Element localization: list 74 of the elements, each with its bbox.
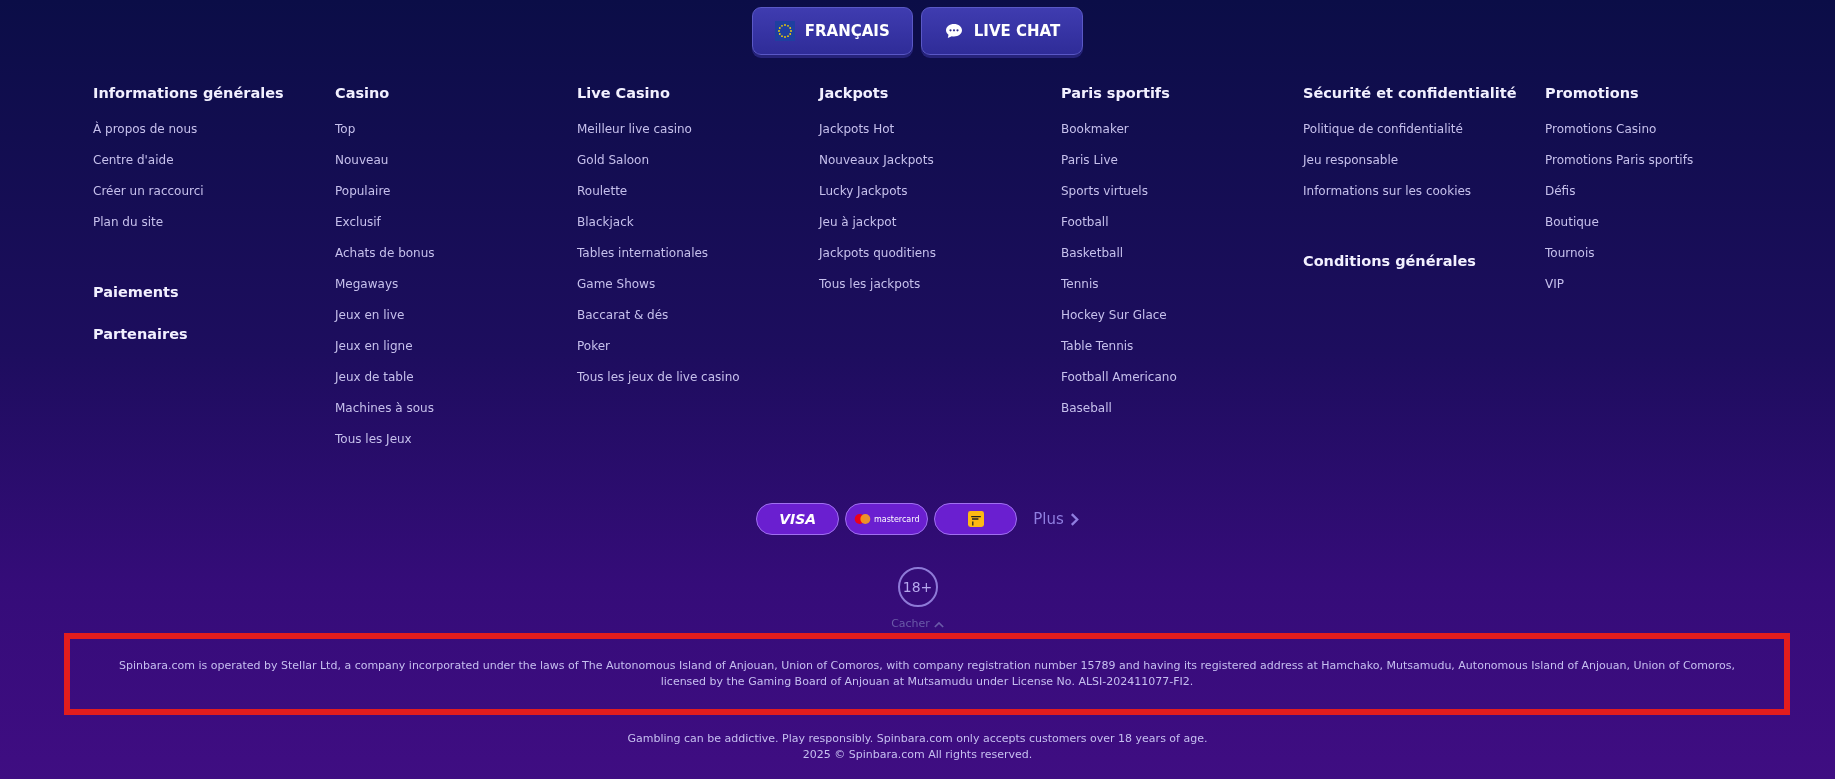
footer-link[interactable]: Jeu à jackpot xyxy=(819,207,897,238)
payment-method: mastercard xyxy=(845,503,929,535)
footer-link[interactable]: Basketball xyxy=(1061,238,1124,269)
column-heading[interactable]: Paris sportifs xyxy=(1061,83,1170,103)
more-link[interactable]: Plus xyxy=(1033,510,1064,528)
flag-icon xyxy=(774,21,795,41)
footer-link[interactable]: Tous les jeux de live casino xyxy=(577,362,740,393)
legal-notice: Spinbara.com is operated by Stellar Ltd, a company incorporated under the laws of The Autonomous Island of Anjouan, Union of Comoros, with company registration number 15789 and having its registered address at Hamchako, Mutsamudu, Autonomous Island of Anjouan, Union of Comoros, licensed by the Gaming Board of Anjouan at Mutsamudu under License No. ALSI-202411077-FI2. xyxy=(118,658,1736,690)
column-heading[interactable]: Promotions xyxy=(1545,83,1639,103)
circles-icon xyxy=(853,513,871,525)
section-heading[interactable]: Partenaires xyxy=(93,324,188,344)
footer-link[interactable]: Promotions Paris sportifs xyxy=(1545,145,1694,176)
top-button[interactable]: FRANÇAIS xyxy=(751,7,913,55)
footer-link[interactable]: Défis xyxy=(1545,176,1576,207)
footer-link[interactable]: Nouveaux Jackpots xyxy=(819,145,934,176)
footer-link[interactable]: Lucky Jackpots xyxy=(819,176,908,207)
footer-link[interactable]: Bookmaker xyxy=(1061,114,1129,145)
footer-link[interactable]: Nouveau xyxy=(335,145,389,176)
footer-link[interactable]: Meilleur live casino xyxy=(577,114,692,145)
footer-link[interactable]: Megaways xyxy=(335,269,399,300)
footer-link[interactable]: VIP xyxy=(1545,269,1564,300)
footer-link[interactable]: Tous les Jeux xyxy=(335,424,412,455)
footer-link[interactable]: Politique de confidentialité xyxy=(1303,114,1463,145)
age-badge: 18+ xyxy=(897,567,938,607)
footer-link[interactable]: Roulette xyxy=(577,176,628,207)
footer-link[interactable]: Jeu responsable xyxy=(1303,145,1399,176)
column-heading[interactable]: Live Casino xyxy=(577,83,670,103)
footer-link[interactable]: Tables internationales xyxy=(577,238,709,269)
footer-link[interactable]: Tous les jackpots xyxy=(819,269,921,300)
footer-link[interactable]: Game Shows xyxy=(577,269,656,300)
footer-link[interactable]: Football xyxy=(1061,207,1109,238)
payment-method: VISA xyxy=(756,503,840,535)
footer-link[interactable]: Plan du site xyxy=(93,207,164,238)
footer-link[interactable]: Baccarat & dés xyxy=(577,300,669,331)
footer-link[interactable]: Jeux en live xyxy=(335,300,405,331)
footer-link[interactable]: Baseball xyxy=(1061,393,1112,424)
card-icon xyxy=(967,511,984,527)
disclaimer-text: 2025 © Spinbara.com All rights reserved. xyxy=(802,747,1033,763)
footer-link[interactable]: Jeux de table xyxy=(335,362,414,393)
top-button[interactable]: LIVE CHAT xyxy=(920,7,1084,55)
footer-link[interactable]: Informations sur les cookies xyxy=(1303,176,1472,207)
footer-link[interactable]: Paris Live xyxy=(1061,145,1118,176)
footer-link[interactable]: Achats de bonus xyxy=(335,238,435,269)
footer-link[interactable]: Sports virtuels xyxy=(1061,176,1148,207)
column-heading[interactable]: Jackpots xyxy=(819,83,889,103)
footer-link[interactable]: Créer un raccourci xyxy=(93,176,204,207)
footer-link[interactable]: Hockey Sur Glace xyxy=(1061,300,1167,331)
disclaimer-text: Gambling can be addictive. Play responsibly. Spinbara.com only accepts customers over 18 years of age. xyxy=(627,731,1208,747)
footer-link[interactable]: Machines à sous xyxy=(335,393,434,424)
section-heading[interactable]: Paiements xyxy=(93,282,188,302)
column-heading[interactable]: Informations générales xyxy=(93,83,284,103)
footer-link[interactable]: Gold Saloon xyxy=(577,145,649,176)
footer-link[interactable]: Centre d'aide xyxy=(93,145,174,176)
footer-link[interactable]: Tournois xyxy=(1545,238,1595,269)
footer-link[interactable]: Jackpots quoditiens xyxy=(819,238,936,269)
footer-link[interactable]: Table Tennis xyxy=(1061,331,1134,362)
chat-icon xyxy=(943,21,964,41)
footer-link[interactable]: Football Americano xyxy=(1061,362,1177,393)
column-heading[interactable]: Casino xyxy=(335,83,390,103)
footer-link[interactable]: Boutique xyxy=(1545,207,1599,238)
footer-link[interactable]: Exclusif xyxy=(335,207,381,238)
footer-link[interactable]: Populaire xyxy=(335,176,391,207)
footer-link[interactable]: Jackpots Hot xyxy=(819,114,895,145)
section-heading[interactable]: Conditions générales xyxy=(1303,251,1476,271)
footer-link[interactable]: Promotions Casino xyxy=(1545,114,1657,145)
footer-link[interactable]: Top xyxy=(335,114,356,145)
footer-link[interactable]: À propos de nous xyxy=(93,114,198,145)
footer-link[interactable]: Poker xyxy=(577,331,610,362)
chevron-right-icon xyxy=(1069,512,1079,526)
chevron-up-icon xyxy=(933,620,944,628)
footer-link[interactable]: Jeux en ligne xyxy=(335,331,413,362)
footer-link[interactable]: Tennis xyxy=(1061,269,1099,300)
footer-link[interactable]: Blackjack xyxy=(577,207,634,238)
column-heading[interactable]: Sécurité et confidentialité xyxy=(1303,83,1517,103)
